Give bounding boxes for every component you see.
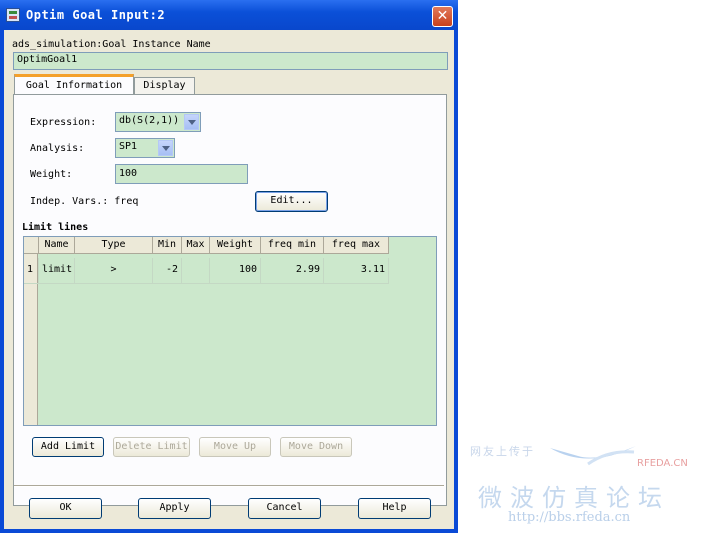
chevron-down-icon[interactable]: [158, 140, 173, 156]
expression-select[interactable]: db(S(2,1)): [115, 112, 201, 132]
analysis-value: SP1: [119, 141, 138, 152]
cell-max[interactable]: [182, 258, 210, 284]
tab-goal-information[interactable]: Goal Information: [14, 74, 134, 96]
expression-label: Expression:: [30, 117, 97, 128]
column-header-type[interactable]: Type: [75, 237, 153, 254]
row-index[interactable]: 1: [24, 258, 39, 284]
cell-freq-min[interactable]: 2.99: [261, 258, 324, 284]
cell-name[interactable]: limit: [39, 258, 75, 284]
watermark-swoosh-icon: [550, 446, 636, 466]
add-limit-button[interactable]: Add Limit: [32, 437, 104, 457]
column-header-name[interactable]: Name: [39, 237, 75, 254]
column-header-min[interactable]: Min: [153, 237, 182, 254]
column-header-freq-max[interactable]: freq max: [324, 237, 389, 254]
cancel-button[interactable]: Cancel: [248, 498, 321, 519]
tab-display[interactable]: Display: [134, 77, 195, 95]
close-icon[interactable]: ✕: [432, 6, 453, 27]
ok-button[interactable]: OK: [29, 498, 102, 519]
weight-label: Weight:: [30, 169, 73, 180]
help-button[interactable]: Help: [358, 498, 431, 519]
footer-divider: [14, 485, 444, 487]
column-header-max[interactable]: Max: [182, 237, 210, 254]
app-icon: [6, 8, 20, 22]
limit-lines-table: Name Type Min Max Weight freq min freq m…: [23, 236, 437, 426]
expression-value: db(S(2,1)): [119, 115, 180, 126]
move-down-button[interactable]: Move Down: [280, 437, 352, 457]
dialog-window: Optim Goal Input:2 ✕ ads_simulation:Goal…: [0, 0, 458, 533]
cell-min[interactable]: -2: [153, 258, 182, 284]
watermark-chinese-title: 微波仿真论坛: [478, 484, 670, 512]
cell-weight[interactable]: 100: [210, 258, 261, 284]
instance-name-label: ads_simulation:Goal Instance Name: [12, 39, 211, 50]
indep-vars-label: Indep. Vars.: freq: [30, 196, 139, 207]
table-corner-header: [24, 237, 39, 254]
edit-button[interactable]: Edit...: [255, 191, 328, 212]
apply-button[interactable]: Apply: [138, 498, 211, 519]
dialog-body: ads_simulation:Goal Instance Name OptimG…: [4, 30, 454, 529]
move-up-button[interactable]: Move Up: [199, 437, 271, 457]
column-header-freq-min[interactable]: freq min: [261, 237, 324, 254]
column-header-weight[interactable]: Weight: [210, 237, 261, 254]
watermark-brand: RFEDA.CN: [637, 458, 688, 469]
analysis-select[interactable]: SP1: [115, 138, 175, 158]
analysis-label: Analysis:: [30, 143, 85, 154]
chevron-down-icon[interactable]: [184, 114, 199, 130]
delete-limit-button[interactable]: Delete Limit: [113, 437, 190, 457]
cell-type[interactable]: >: [75, 258, 153, 284]
limit-lines-title: Limit lines: [22, 222, 89, 233]
watermark-url: http://bbs.rfeda.cn: [508, 510, 631, 525]
window-title: Optim Goal Input:2: [26, 8, 166, 22]
watermark-upload-text: 网友上传于: [470, 445, 535, 458]
cell-freq-max[interactable]: 3.11: [324, 258, 389, 284]
instance-name-field[interactable]: OptimGoal1: [13, 52, 448, 70]
weight-field[interactable]: 100: [115, 164, 248, 184]
title-bar[interactable]: Optim Goal Input:2 ✕: [0, 0, 458, 30]
